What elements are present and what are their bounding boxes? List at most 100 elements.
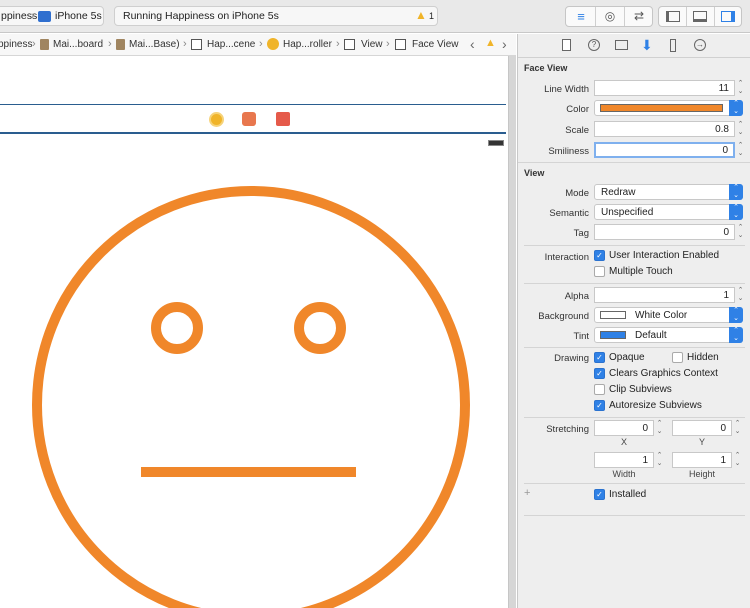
- scale-label: Scale: [565, 125, 589, 136]
- stretch-x-caption: X: [620, 437, 627, 447]
- breadcrumb-face-view[interactable]: Face View: [412, 39, 459, 50]
- activity-text: Running Happiness on iPhone 5s: [123, 10, 279, 22]
- scheme-selector[interactable]: ppiness › iPhone 5s: [0, 6, 104, 26]
- view-toggle-segment: [658, 6, 742, 27]
- stretch-y-field[interactable]: 0: [672, 420, 732, 436]
- alpha-field[interactable]: 1: [594, 287, 735, 303]
- user-interaction-checkbox[interactable]: ✓: [594, 250, 605, 261]
- tag-stepper[interactable]: ⌃ ⌄: [736, 224, 745, 240]
- stretch-x-field[interactable]: 0: [594, 420, 654, 436]
- stretch-width-caption: Width: [612, 469, 636, 479]
- inspector-tabs: ? ⬇ →: [518, 34, 750, 58]
- size-inspector-icon[interactable]: [670, 39, 676, 52]
- stretching-label: Stretching: [546, 424, 589, 435]
- clears-context-checkbox[interactable]: ✓: [594, 368, 605, 379]
- stretch-y-caption: Y: [698, 437, 705, 447]
- warning-icon[interactable]: ▲: [415, 8, 427, 22]
- chevron-right-icon: ›: [336, 38, 340, 50]
- face-view-icon: [395, 39, 406, 50]
- breadcrumb-scene[interactable]: Hap...cene: [207, 39, 255, 50]
- chevron-right-icon[interactable]: ›: [502, 36, 507, 52]
- face-view-section-title: Face View: [524, 63, 568, 73]
- drawing-label: Drawing: [554, 353, 589, 364]
- breadcrumb-storyboard[interactable]: Mai...board: [53, 39, 103, 50]
- color-popup[interactable]: ⌃ ⌄: [594, 100, 743, 116]
- tint-popup[interactable]: Default ⌃ ⌄: [594, 327, 743, 343]
- stretch-y-stepper[interactable]: ⌃ ⌄: [733, 420, 742, 436]
- activity-viewer: Running Happiness on iPhone 5s ▲ 1: [114, 6, 438, 26]
- background-popup[interactable]: White Color ⌃ ⌄: [594, 307, 743, 323]
- canvas-scrollbar[interactable]: [508, 56, 516, 608]
- attributes-inspector-icon[interactable]: ⬇: [641, 37, 653, 54]
- view-controller-icon[interactable]: [209, 112, 224, 127]
- line-width-field[interactable]: 11: [594, 80, 735, 96]
- breadcrumb-storyboard-base[interactable]: Mai...Base): [129, 39, 180, 50]
- warning-count: 1: [429, 11, 435, 21]
- installed-checkbox[interactable]: ✓: [594, 489, 605, 500]
- autoresize-checkbox[interactable]: ✓: [594, 400, 605, 411]
- smiliness-stepper[interactable]: ⌃ ⌄: [736, 142, 745, 158]
- tag-field[interactable]: 0: [594, 224, 735, 240]
- autoresize-label: Autoresize Subviews: [609, 400, 702, 411]
- hidden-checkbox[interactable]: [672, 352, 683, 363]
- debug-area-toggle-icon[interactable]: [693, 11, 707, 22]
- stretch-height-stepper[interactable]: ⌃ ⌄: [733, 452, 742, 468]
- smiliness-field[interactable]: 0: [594, 142, 735, 158]
- storyboard-file-icon: [40, 39, 49, 50]
- mode-popup[interactable]: Redraw ⌃ ⌄: [594, 184, 743, 200]
- clip-subviews-checkbox[interactable]: [594, 384, 605, 395]
- face-right-eye: [294, 302, 346, 354]
- scale-field[interactable]: 0.8: [594, 121, 735, 137]
- alpha-stepper[interactable]: ⌃ ⌄: [736, 287, 745, 303]
- exit-icon[interactable]: [276, 112, 290, 126]
- line-width-label: Line Width: [544, 84, 589, 95]
- multiple-touch-checkbox[interactable]: [594, 266, 605, 277]
- face-outline: [32, 186, 470, 608]
- standard-editor-icon[interactable]: ≡: [569, 9, 593, 24]
- stretch-height-field[interactable]: 1: [672, 452, 732, 468]
- breadcrumb-controller[interactable]: Hap...roller: [283, 39, 332, 50]
- utilities-toggle-icon[interactable]: [721, 11, 735, 22]
- device-icon: [38, 11, 51, 22]
- warning-icon[interactable]: ▲: [485, 37, 496, 49]
- chevron-left-icon[interactable]: ‹: [470, 36, 475, 52]
- chevron-right-icon: ›: [31, 10, 35, 21]
- navigator-toggle-icon[interactable]: [666, 11, 680, 22]
- mode-label: Mode: [565, 188, 589, 199]
- line-width-stepper[interactable]: ⌃ ⌄: [736, 80, 745, 96]
- background-label: Background: [538, 311, 589, 322]
- stretch-x-stepper[interactable]: ⌃ ⌄: [655, 420, 664, 436]
- scale-stepper[interactable]: ⌃ ⌄: [736, 121, 745, 137]
- opaque-label: Opaque: [609, 352, 645, 363]
- semantic-label: Semantic: [549, 208, 589, 219]
- opaque-checkbox[interactable]: ✓: [594, 352, 605, 363]
- assistant-editor-icon[interactable]: ◎: [598, 9, 622, 24]
- alpha-label: Alpha: [564, 291, 589, 302]
- editor-mode-segment: ≡ ◎ ⇄: [565, 6, 653, 27]
- toolbar: ppiness › iPhone 5s Running Happiness on…: [0, 0, 750, 33]
- breadcrumb-view[interactable]: View: [361, 39, 383, 50]
- file-inspector-icon[interactable]: [562, 39, 571, 51]
- connections-inspector-icon[interactable]: →: [694, 39, 706, 51]
- chevron-right-icon: ›: [108, 38, 112, 50]
- help-inspector-icon[interactable]: ?: [588, 39, 600, 51]
- add-variation-button[interactable]: +: [524, 487, 530, 499]
- stretch-width-stepper[interactable]: ⌃ ⌄: [655, 452, 664, 468]
- semantic-popup[interactable]: Unspecified ⌃ ⌄: [594, 204, 743, 220]
- face-view[interactable]: [0, 134, 506, 608]
- clears-context-label: Clears Graphics Context: [609, 368, 718, 379]
- popup-arrows-icon: ⌃ ⌄: [729, 204, 743, 220]
- identity-inspector-icon[interactable]: [615, 40, 628, 50]
- popup-arrows-icon: ⌃ ⌄: [729, 100, 743, 116]
- stretch-width-field[interactable]: 1: [594, 452, 654, 468]
- version-editor-icon[interactable]: ⇄: [627, 9, 651, 24]
- hidden-label: Hidden: [687, 352, 719, 363]
- scene-dock-line: [0, 104, 506, 105]
- chevron-right-icon: ›: [259, 38, 263, 50]
- storyboard-canvas[interactable]: [0, 56, 516, 608]
- view-controller-icon: [267, 38, 279, 50]
- popup-arrows-icon: ⌃ ⌄: [729, 184, 743, 200]
- first-responder-icon[interactable]: [242, 112, 256, 126]
- breadcrumb-project[interactable]: ppiness: [0, 39, 32, 50]
- chevron-right-icon: ›: [32, 38, 36, 50]
